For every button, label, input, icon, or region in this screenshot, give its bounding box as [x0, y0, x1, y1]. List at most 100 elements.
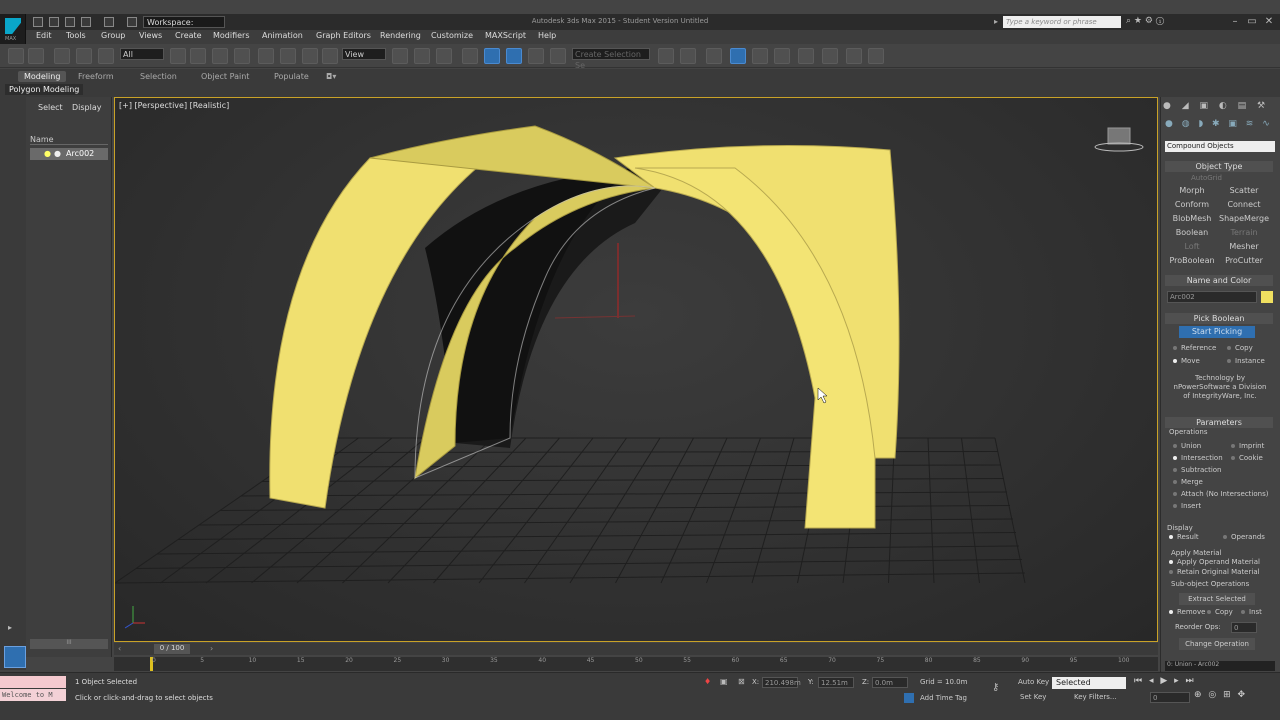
- ribbon-tab-modeling[interactable]: Modeling: [18, 71, 67, 82]
- time-slider[interactable]: 0 / 100 ‹ ›: [114, 643, 1158, 655]
- object-visibility-icon[interactable]: ●: [54, 148, 61, 160]
- workspace-dropdown[interactable]: Workspace: Default: [143, 16, 225, 38]
- menu-tools[interactable]: Tools: [66, 31, 86, 40]
- align-icon[interactable]: [680, 48, 696, 64]
- auto-key-button[interactable]: Auto Key: [1018, 678, 1049, 686]
- retain-original-material-radio[interactable]: Retain Original Material: [1169, 568, 1260, 576]
- start-picking-button[interactable]: Start Picking: [1179, 326, 1255, 338]
- select-tab[interactable]: Select: [38, 103, 63, 112]
- infocenter-icons[interactable]: ⌕ ★ ⚙ ⓘ: [1126, 16, 1186, 28]
- operation-subtraction-radio[interactable]: Subtraction: [1173, 466, 1222, 474]
- menu-customize[interactable]: Customize: [431, 31, 473, 40]
- schematic-view-icon[interactable]: [774, 48, 790, 64]
- perspective-viewport[interactable]: [+] [Perspective] [Realistic]: [114, 97, 1158, 642]
- create-category-icons[interactable]: ● ◍ ◗ ✱ ▣ ≋ ∿: [1165, 119, 1277, 131]
- menu-edit[interactable]: Edit: [36, 31, 52, 40]
- column-header-name[interactable]: Name: [30, 135, 108, 145]
- key-icon[interactable]: ⚷: [992, 682, 999, 693]
- object-type-mesher-button[interactable]: Mesher: [1219, 241, 1269, 253]
- current-frame-input[interactable]: 0: [1150, 692, 1190, 703]
- redo-icon[interactable]: [104, 17, 114, 27]
- viewport-navigation-controls[interactable]: ⊕ ◎ ⊞ ✥: [1194, 690, 1278, 700]
- redo-tool-icon[interactable]: [28, 48, 44, 64]
- pick-instance-radio[interactable]: Instance: [1227, 357, 1265, 365]
- ribbon-tab-object-paint[interactable]: Object Paint: [201, 72, 249, 81]
- display-operands-radio[interactable]: Operands: [1223, 533, 1265, 541]
- time-tag-icon[interactable]: [904, 693, 914, 703]
- object-type-blobmesh-button[interactable]: BlobMesh: [1167, 213, 1217, 225]
- object-type-procutter-button[interactable]: ProCutter: [1219, 255, 1269, 267]
- scene-row-arc002[interactable]: ● ● Arc002: [30, 148, 108, 160]
- named-selection-set-dropdown[interactable]: Create Selection Se: [572, 48, 650, 70]
- apply-operand-material-radio[interactable]: Apply Operand Material: [1169, 558, 1260, 566]
- display-tab[interactable]: Display: [72, 103, 102, 112]
- open-file-icon[interactable]: [49, 17, 59, 27]
- select-place-icon[interactable]: [322, 48, 338, 64]
- track-bar[interactable]: 0 5 10 15 20 25 30 35 40 45 50 55 60 65 70 75 80 85 90 95 10…: [114, 657, 1158, 671]
- percent-snap-icon[interactable]: [506, 48, 522, 64]
- pivot-center-icon[interactable]: [392, 48, 408, 64]
- reference-coordinate-dropdown[interactable]: View: [342, 48, 386, 60]
- object-type-terrain-button[interactable]: Terrain: [1219, 227, 1269, 239]
- unlink-icon[interactable]: [76, 48, 92, 64]
- select-manipulate-icon[interactable]: [414, 48, 430, 64]
- select-rotate-icon[interactable]: [280, 48, 296, 64]
- scene-scrollbar[interactable]: III: [30, 639, 108, 649]
- menu-help[interactable]: Help: [538, 31, 556, 40]
- operation-insert-radio[interactable]: Insert: [1173, 502, 1201, 510]
- select-scale-icon[interactable]: [302, 48, 318, 64]
- inst-radio[interactable]: Inst: [1241, 608, 1262, 616]
- object-type-boolean-button[interactable]: Boolean: [1167, 227, 1217, 239]
- rendered-frame-window-icon[interactable]: [846, 48, 862, 64]
- object-type-loft-button[interactable]: Loft: [1167, 241, 1217, 253]
- viewport-layout-icon[interactable]: [4, 646, 26, 668]
- category-dropdown[interactable]: Compound Objects: [1165, 141, 1275, 152]
- select-and-link-icon[interactable]: [54, 48, 70, 64]
- graphite-toolbar-icon[interactable]: [730, 48, 746, 64]
- menu-graph-editors[interactable]: Graph Editors: [316, 31, 371, 40]
- object-type-connect-button[interactable]: Connect: [1219, 199, 1269, 211]
- menu-rendering[interactable]: Rendering: [380, 31, 421, 40]
- window-crossing-icon[interactable]: [234, 48, 250, 64]
- save-file-icon[interactable]: [65, 17, 75, 27]
- pick-reference-radio[interactable]: Reference: [1173, 344, 1216, 352]
- menu-modifiers[interactable]: Modifiers: [213, 31, 250, 40]
- ribbon-tab-populate[interactable]: Populate: [274, 72, 309, 81]
- search-input[interactable]: Type a keyword or phrase: [1003, 16, 1121, 28]
- expand-arrow-icon[interactable]: ▸: [8, 623, 18, 633]
- bind-space-warp-icon[interactable]: [98, 48, 114, 64]
- snaps-toggle-icon[interactable]: [462, 48, 478, 64]
- app-menu-button[interactable]: MAX: [0, 14, 26, 44]
- object-type-scatter-button[interactable]: Scatter: [1219, 185, 1269, 197]
- new-file-icon[interactable]: [33, 17, 43, 27]
- name-and-color-rollout[interactable]: Name and Color: [1165, 275, 1273, 286]
- angle-snap-icon[interactable]: [484, 48, 500, 64]
- select-move-icon[interactable]: [258, 48, 274, 64]
- close-icon[interactable]: ✕: [1260, 16, 1278, 28]
- selection-filter-dropdown[interactable]: All: [120, 48, 164, 60]
- selection-lock-icon[interactable]: ▣: [720, 677, 728, 686]
- minimize-icon[interactable]: –: [1226, 16, 1244, 28]
- menu-create[interactable]: Create: [175, 31, 202, 40]
- command-panel-tabs[interactable]: ● ◢ ▣ ◐ ▤ ⚒: [1163, 101, 1279, 113]
- ribbon-tab-selection[interactable]: Selection: [140, 72, 177, 81]
- object-name-input[interactable]: Arc002: [1167, 291, 1257, 303]
- object-type-shapemerge-button[interactable]: ShapeMerge: [1219, 213, 1269, 225]
- isolate-selection-icon[interactable]: ♦: [704, 677, 711, 686]
- operation-attach-radio[interactable]: Attach (No Intersections): [1173, 490, 1268, 498]
- operands-list[interactable]: 0: Union - Arc002: [1165, 661, 1275, 671]
- operation-intersection-radio[interactable]: Intersection: [1173, 454, 1223, 462]
- copy-radio[interactable]: Copy: [1207, 608, 1233, 616]
- undo-icon[interactable]: [81, 17, 91, 27]
- search-arrow-icon[interactable]: ▸: [994, 17, 1002, 27]
- maxscript-listener[interactable]: Welcome to M: [0, 689, 66, 701]
- pick-boolean-rollout[interactable]: Pick Boolean: [1165, 313, 1273, 324]
- ribbon-options-icon[interactable]: ◘▾: [326, 72, 336, 81]
- z-coordinate-input[interactable]: 0.0m: [872, 677, 908, 688]
- select-object-icon[interactable]: [170, 48, 186, 64]
- render-icon[interactable]: [868, 48, 884, 64]
- material-editor-icon[interactable]: [798, 48, 814, 64]
- curve-editor-icon[interactable]: [752, 48, 768, 64]
- ribbon-tab-freeform[interactable]: Freeform: [78, 72, 114, 81]
- absolute-mode-icon[interactable]: ⊠: [738, 677, 745, 686]
